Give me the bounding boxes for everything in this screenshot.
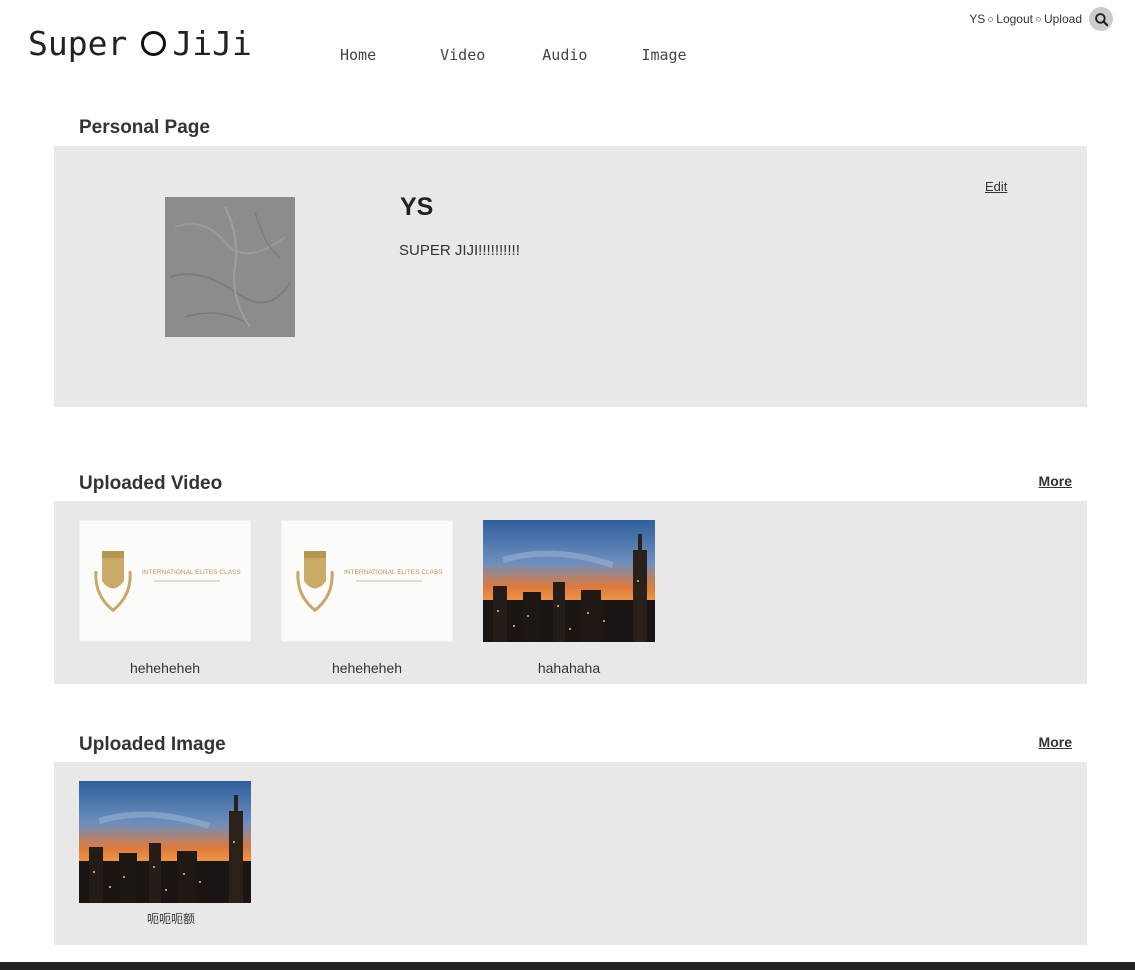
user-bar: YS Logout Upload	[969, 7, 1113, 31]
search-icon	[1094, 12, 1108, 26]
footer-strip	[0, 962, 1135, 970]
certificate-emblem-icon: INTERNATIONAL ELITES CLASS	[94, 551, 241, 613]
nav-image[interactable]: Image	[641, 46, 686, 64]
video-tile[interactable]: hahahaha	[483, 520, 655, 676]
city-sunset-thumbnail[interactable]	[483, 520, 655, 642]
nav-video[interactable]: Video	[440, 46, 485, 64]
separator-dot	[1035, 16, 1041, 22]
image-tile[interactable]: 呃呃呃额	[79, 781, 251, 926]
image-panel: 呃呃呃额	[54, 762, 1087, 945]
certificate-thumbnail[interactable]: INTERNATIONAL ELITES CLASS	[281, 520, 453, 642]
certificate-emblem-icon: INTERNATIONAL ELITES CLASS	[296, 551, 443, 613]
video-title: heheheheh	[129, 660, 201, 676]
cert-title: INTERNATIONAL ELITES CLASS	[344, 569, 443, 576]
main-nav: Home Video Audio Image	[340, 46, 687, 64]
city-sunset-image	[79, 781, 251, 903]
video-tile[interactable]: INTERNATIONAL ELITES CLASS heheheheh	[79, 520, 251, 676]
city-sunset-thumbnail[interactable]	[79, 781, 251, 903]
username-link[interactable]: YS	[969, 12, 985, 26]
uploaded-video-title: Uploaded Video	[79, 473, 223, 494]
uploaded-image-title: Uploaded Image	[79, 734, 226, 755]
video-title: hahahaha	[537, 660, 601, 676]
profile-name: YS	[400, 193, 434, 221]
avatar	[165, 197, 295, 337]
personal-panel: YS SUPER JIJI!!!!!!!!!! Edit	[54, 146, 1087, 407]
logo-text-jiji: JiJi	[172, 24, 252, 63]
site-logo[interactable]: Super JiJi	[28, 24, 252, 63]
nav-home[interactable]: Home	[340, 46, 376, 64]
logo-text-super: Super	[28, 24, 128, 63]
logout-link[interactable]: Logout	[996, 12, 1033, 26]
search-button[interactable]	[1089, 7, 1113, 31]
certificate-thumbnail[interactable]: INTERNATIONAL ELITES CLASS	[79, 520, 251, 642]
nav-audio[interactable]: Audio	[542, 46, 587, 64]
upload-link[interactable]: Upload	[1044, 12, 1082, 26]
image-more-link[interactable]: More	[1039, 734, 1072, 750]
profile-bio: SUPER JIJI!!!!!!!!!!	[399, 242, 520, 259]
video-tile[interactable]: INTERNATIONAL ELITES CLASS heheheheh	[281, 520, 453, 676]
personal-page-title: Personal Page	[79, 117, 210, 138]
cert-title: INTERNATIONAL ELITES CLASS	[142, 569, 241, 576]
edit-profile-link[interactable]: Edit	[985, 179, 1007, 194]
image-title: 呃呃呃额	[147, 912, 196, 926]
video-panel: INTERNATIONAL ELITES CLASS heheheheh INT…	[54, 501, 1087, 684]
avatar-texture-icon	[165, 197, 295, 337]
video-title: heheheheh	[331, 660, 403, 676]
video-more-link[interactable]: More	[1039, 473, 1072, 489]
logo-circle-icon	[141, 31, 167, 56]
separator-dot	[988, 16, 994, 22]
city-sunset-image	[483, 520, 655, 642]
